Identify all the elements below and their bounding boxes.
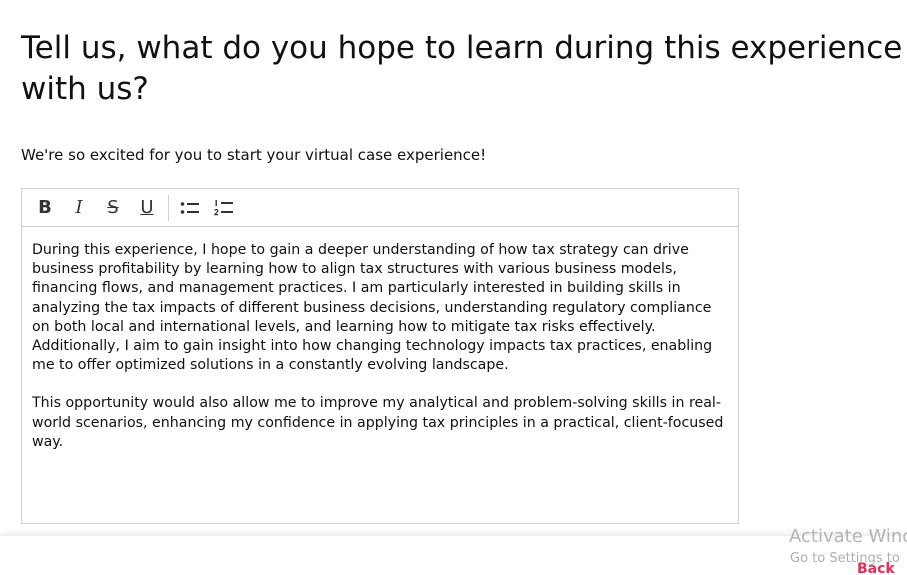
question-title: Tell us, what do you hope to learn durin…: [21, 28, 907, 110]
editor-toolbar: B I S U: [22, 189, 738, 227]
italic-icon: I: [75, 197, 83, 218]
bulleted-list-button[interactable]: [175, 193, 205, 223]
editor-paragraph-2: This opportunity would also allow me to …: [32, 395, 724, 450]
question-subtitle: We're so excited for you to start your v…: [21, 146, 487, 164]
back-button[interactable]: Back: [857, 561, 895, 575]
footer-bar: [0, 536, 907, 575]
question-title-line-2: with us?: [21, 71, 149, 107]
editor-paragraph-1: During this experience, I hope to gain a…: [32, 242, 713, 374]
editor-content[interactable]: During this experience, I hope to gain a…: [22, 227, 738, 452]
numbered-list-button[interactable]: [209, 193, 239, 223]
activate-windows-watermark: Activate Windows: [789, 526, 907, 547]
bold-button[interactable]: B: [30, 193, 60, 223]
bold-icon: B: [38, 197, 52, 218]
strikethrough-icon: S: [107, 197, 119, 218]
toolbar-divider: [168, 194, 169, 221]
underline-icon: U: [140, 197, 154, 218]
strikethrough-button[interactable]: S: [98, 193, 128, 223]
italic-button[interactable]: I: [64, 193, 94, 223]
bulleted-list-icon: [180, 201, 199, 214]
numbered-list-icon: [214, 199, 233, 215]
underline-button[interactable]: U: [132, 193, 162, 223]
question-title-line-1: Tell us, what do you hope to learn durin…: [21, 30, 903, 66]
rich-text-editor[interactable]: B I S U During this experience, I hope t…: [21, 188, 739, 524]
